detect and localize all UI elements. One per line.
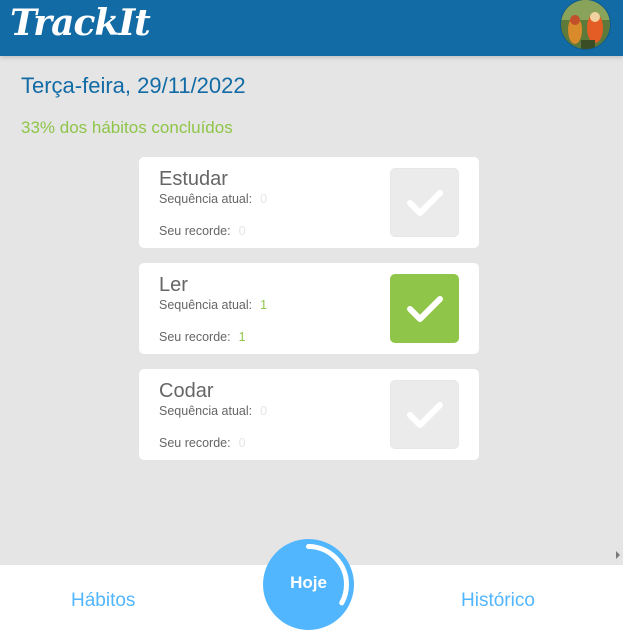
today-label: Hoje — [290, 573, 327, 592]
streak-label: Sequência atual: — [159, 404, 253, 418]
habit-streak: Sequência atual: 0 — [159, 192, 267, 206]
streak-value: 0 — [260, 404, 268, 418]
record-label: Seu recorde: — [159, 224, 231, 238]
streak-label: Sequência atual: — [159, 298, 253, 312]
checkmark-icon — [406, 189, 443, 216]
record-label: Seu recorde: — [159, 436, 231, 450]
checkmark-icon — [406, 401, 443, 428]
habit-record: Seu recorde: 1 — [159, 330, 246, 344]
checkmark-icon — [406, 295, 443, 322]
habit-card: Ler Sequência atual: 1 Seu recorde: 1 — [139, 263, 479, 354]
habit-streak: Sequência atual: 1 — [159, 298, 267, 312]
habit-check-button[interactable] — [390, 380, 459, 449]
habit-record: Seu recorde: 0 — [159, 224, 246, 238]
top-bar: TrackIt — [0, 0, 623, 56]
nav-history-link[interactable]: Histórico — [461, 590, 535, 612]
habit-card: Codar Sequência atual: 0 Seu recorde: 0 — [139, 369, 479, 460]
page-title: Terça-feira, 29/11/2022 — [21, 73, 246, 98]
habit-streak: Sequência atual: 0 — [159, 404, 267, 418]
today-button[interactable]: Hoje — [263, 539, 354, 630]
habit-name: Codar — [159, 380, 214, 402]
streak-value: 0 — [260, 192, 268, 206]
habit-check-button[interactable] — [390, 168, 459, 237]
record-label: Seu recorde: — [159, 330, 231, 344]
streak-value: 1 — [260, 298, 268, 312]
record-value: 0 — [238, 436, 246, 450]
habit-name: Estudar — [159, 168, 228, 190]
nav-habits-link[interactable]: Hábitos — [71, 590, 135, 612]
scroll-arrow-icon[interactable] — [616, 551, 620, 559]
habit-check-button[interactable] — [390, 274, 459, 343]
habit-card: Estudar Sequência atual: 0 Seu recorde: 0 — [139, 157, 479, 248]
record-value: 0 — [238, 224, 246, 238]
habit-record: Seu recorde: 0 — [159, 436, 246, 450]
user-avatar[interactable] — [560, 0, 611, 50]
app-logo: TrackIt — [10, 2, 151, 44]
record-value: 1 — [238, 330, 246, 344]
progress-subtitle: 33% dos hábitos concluídos — [21, 118, 233, 137]
habit-name: Ler — [159, 274, 188, 296]
streak-label: Sequência atual: — [159, 192, 253, 206]
